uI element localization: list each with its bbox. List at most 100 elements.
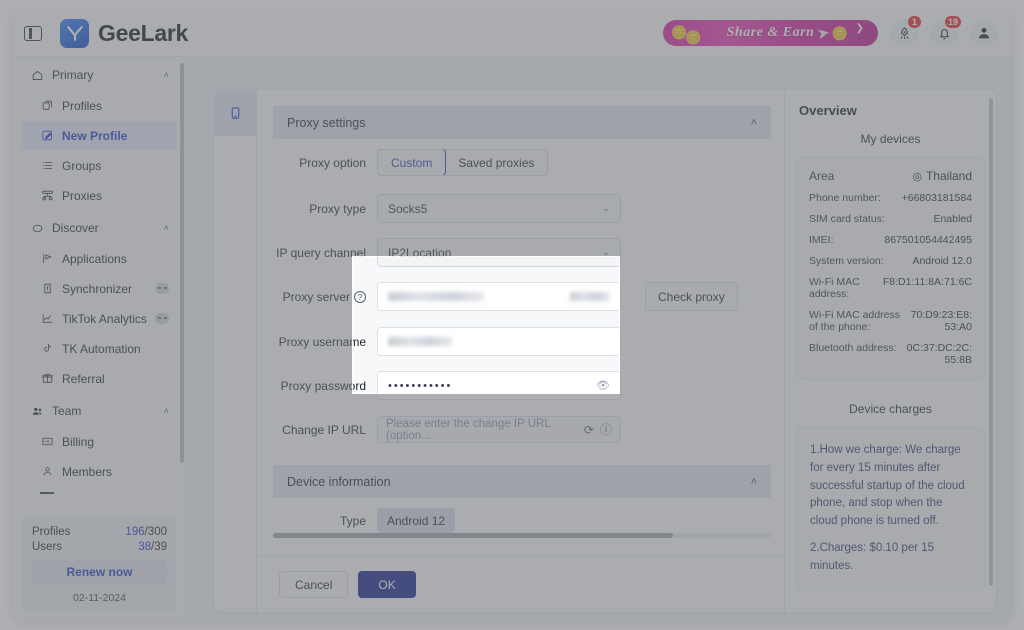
proxy-username-input[interactable]: [377, 327, 621, 356]
coin-icon: 🪙: [685, 30, 702, 45]
proxy-server-row: Proxy server ? Check proxy: [273, 282, 738, 311]
team-icon: [30, 404, 44, 418]
proxy-option-label: Proxy option: [299, 155, 366, 170]
sidebar-item-members[interactable]: Members: [22, 457, 177, 486]
sidebar-item-applications[interactable]: Applications: [22, 244, 177, 273]
cancel-button[interactable]: Cancel: [279, 571, 349, 598]
table-row: IMEI: 867501054442495: [809, 234, 972, 246]
sidebar-item-referral[interactable]: Referral: [22, 364, 177, 393]
gift-icon: [40, 372, 54, 386]
masked-port-value: [570, 292, 610, 301]
sidebar-item-proxies[interactable]: Proxies: [22, 181, 177, 210]
toggle-switch[interactable]: [155, 283, 169, 294]
sidebar-group-discover[interactable]: Discover ˄: [22, 213, 177, 243]
table-row: Area ◎ Thailand: [809, 169, 972, 183]
row-key: IMEI:: [809, 234, 834, 246]
info-icon[interactable]: ⓘ: [600, 421, 612, 438]
chevron-up-icon: ˄: [163, 406, 169, 416]
home-icon: [30, 68, 44, 82]
masked-host-value: [388, 292, 484, 301]
sidebar-group-label: Team: [52, 404, 82, 418]
ip-query-channel-value: IP2Location: [388, 245, 452, 260]
proxy-password-input[interactable]: ••••••••••• 👁: [377, 371, 621, 400]
row-value: ◎ Thailand: [912, 169, 972, 183]
profile-form-card: Proxy settings ˄ Proxy option Custom Sav…: [257, 89, 785, 613]
proxy-settings-header[interactable]: Proxy settings ˄: [273, 106, 771, 139]
sidebar-scrollbar[interactable]: [180, 63, 184, 463]
synchronizer-icon: [40, 282, 54, 296]
plan-row-users: Users 38/39: [32, 541, 167, 553]
toggle-switch[interactable]: [155, 313, 169, 324]
rocket-button[interactable]: 1: [890, 15, 922, 47]
proxy-option-row: Proxy option Custom Saved proxies: [273, 149, 549, 176]
proxy-server-label: Proxy server ?: [273, 290, 377, 304]
sidebar-item-tk-automation[interactable]: TK Automation: [22, 334, 177, 363]
discover-icon: [30, 221, 44, 235]
sidebar-item-new-profile[interactable]: New Profile: [22, 121, 177, 150]
row-value: 70:D9:23:E8:53:A0: [910, 309, 972, 333]
proxies-icon: [40, 189, 54, 203]
sidebar-item-label: Members: [62, 464, 113, 479]
device-type-label: Type: [339, 513, 366, 528]
sidebar-item-label: Groups: [62, 158, 102, 173]
billing-icon: [40, 435, 54, 449]
sidebar-item-label: Billing: [62, 434, 95, 449]
sidebar-item-label: Synchronizer: [62, 281, 133, 296]
proxy-option-segmented[interactable]: Custom Saved proxies: [377, 149, 549, 176]
notifications-button[interactable]: 19: [930, 15, 962, 47]
table-row: Wi-Fi MAC address: F8:D1:11:8A:71:6C: [809, 276, 972, 300]
row-key: Wi-Fi MAC address of the phone:: [809, 309, 901, 333]
device-information-header[interactable]: Device information ˄: [273, 465, 771, 498]
overview-scrollbar[interactable]: [989, 98, 993, 586]
share-and-earn-banner[interactable]: 🪙 🪙 Share & Earn 🪙 ➤ ❯: [663, 20, 878, 46]
chevron-down-icon: ⌄: [601, 247, 610, 258]
chevron-right-icon: ❯: [855, 23, 864, 34]
device-type-value[interactable]: Android 12: [377, 508, 456, 533]
sidebar-group-primary[interactable]: Primary ˄: [22, 60, 177, 90]
phone-tab-button[interactable]: [214, 90, 256, 136]
proxy-password-value: •••••••••••: [388, 379, 453, 392]
location-pin-icon: ◎: [912, 170, 922, 183]
device-information-title: Device information: [287, 474, 391, 489]
sidebar-item-tiktok-analytics[interactable]: TikTok Analytics: [22, 304, 177, 333]
proxy-username-row: Proxy username: [273, 327, 621, 356]
proxy-server-input[interactable]: [377, 282, 621, 311]
groups-icon: [40, 159, 54, 173]
rocket-badge: 1: [907, 15, 922, 29]
proxy-option-saved-proxies[interactable]: Saved proxies: [445, 150, 547, 175]
table-row: SIM card status: Enabled: [809, 213, 972, 225]
chevron-up-icon: ˄: [750, 116, 757, 129]
proxy-option-custom[interactable]: Custom: [378, 150, 447, 175]
row-key: SIM card status:: [809, 213, 885, 225]
sidebar-item-groups[interactable]: Groups: [22, 151, 177, 180]
change-ip-url-input[interactable]: Please enter the change IP URL (option..…: [377, 416, 621, 443]
row-value: Enabled: [933, 213, 972, 225]
coin-icon: 🪙: [831, 26, 848, 41]
sidebar-item-synchronizer[interactable]: Synchronizer: [22, 274, 177, 303]
panel-toggle-icon[interactable]: [24, 25, 42, 41]
proxy-type-select[interactable]: Socks5 ⌄: [377, 194, 621, 223]
proxy-type-row: Proxy type Socks5 ⌄: [273, 194, 621, 223]
sidebar-group-label: Primary: [52, 68, 94, 82]
change-ip-url-row: Change IP URL Please enter the change IP…: [273, 416, 621, 443]
renew-now-button[interactable]: Renew now: [32, 559, 167, 585]
refresh-icon[interactable]: ⟳: [584, 423, 594, 437]
avatar[interactable]: [970, 19, 998, 47]
check-proxy-button[interactable]: Check proxy: [645, 282, 738, 311]
proxy-password-row: Proxy password ••••••••••• 👁: [273, 371, 621, 400]
main-content: Proxy settings ˄ Proxy option Custom Sav…: [188, 57, 1012, 620]
horizontal-scrollbar[interactable]: [273, 533, 771, 538]
eye-off-icon[interactable]: 👁: [596, 379, 610, 392]
sidebar-item-profiles[interactable]: Profiles: [22, 91, 177, 120]
app-window: GeeLark 🪙 🪙 Share & Earn 🪙 ➤ ❯ 1 19 Prim…: [12, 10, 1012, 620]
row-key: System version:: [809, 255, 884, 267]
question-icon[interactable]: ?: [354, 290, 366, 303]
chevron-down-icon: ⌄: [601, 203, 610, 214]
ok-button[interactable]: OK: [358, 571, 416, 598]
sidebar-nav: Primary ˄ Profiles New Profile Groups Pr…: [12, 57, 186, 494]
sidebar-item-billing[interactable]: Billing: [22, 427, 177, 456]
ip-query-channel-select[interactable]: IP2Location ⌄: [377, 238, 621, 267]
plan-row-profiles: Profiles 196/300: [32, 526, 167, 538]
ip-query-channel-row: IP query channel IP2Location ⌄: [273, 238, 621, 267]
sidebar-group-team[interactable]: Team ˄: [22, 396, 177, 426]
